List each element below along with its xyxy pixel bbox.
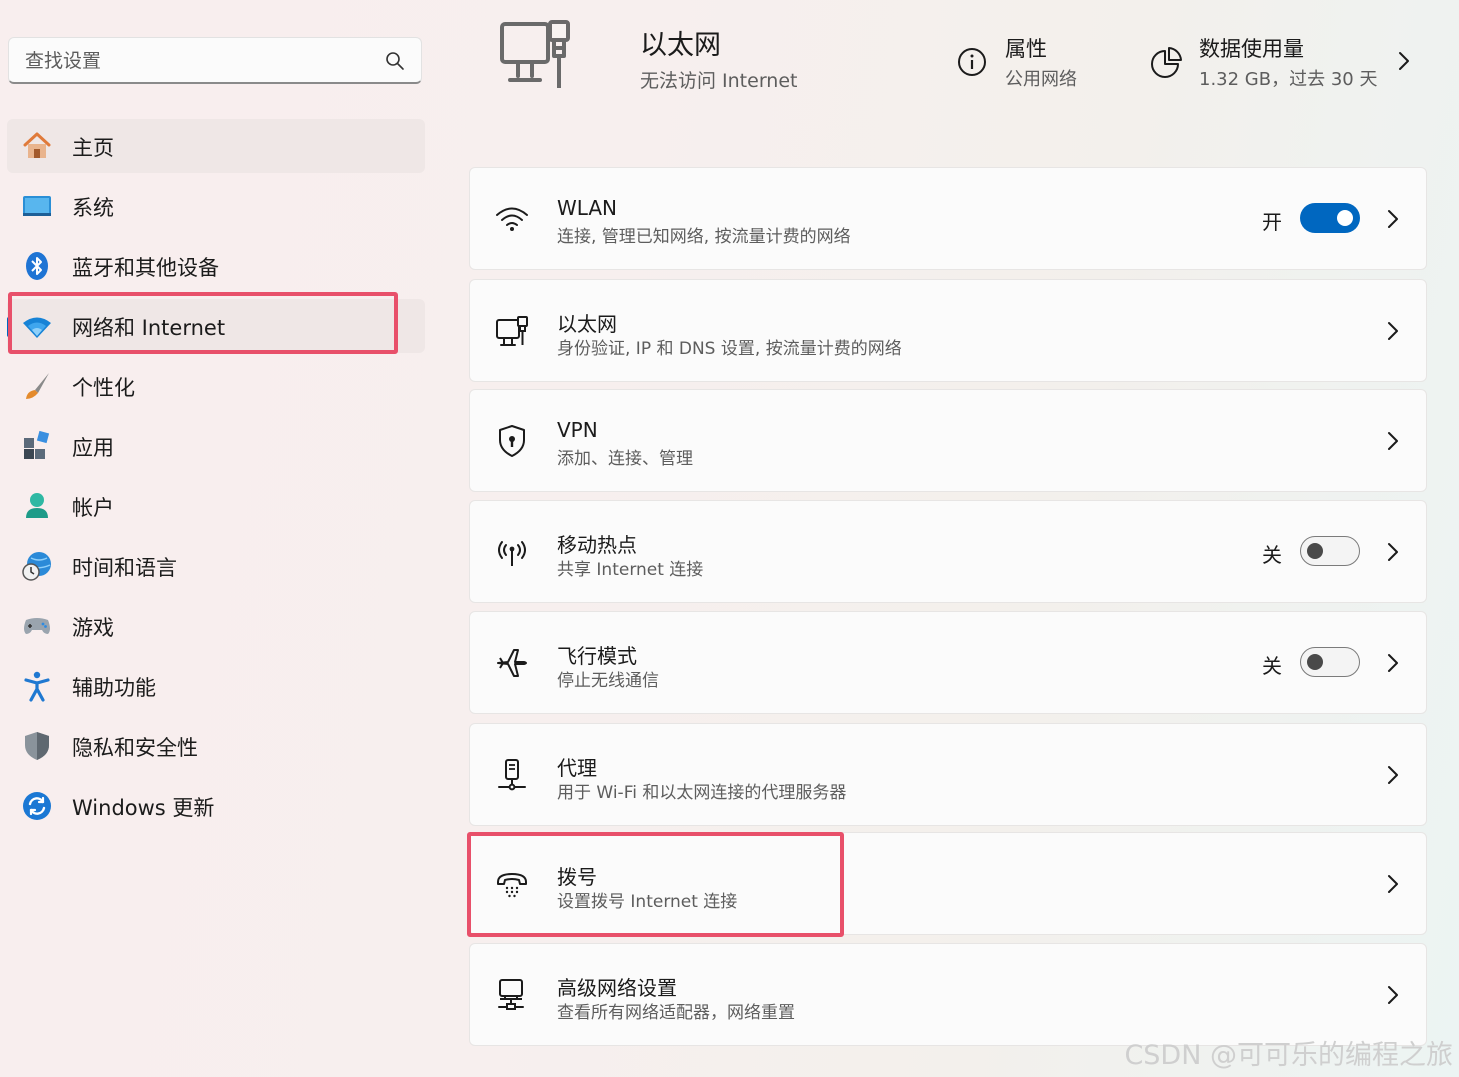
pie-chart-icon [1151, 47, 1182, 78]
toggle-state-label: 开 [1262, 210, 1282, 234]
sidebar-item-accounts[interactable]: 帐户 [7, 479, 425, 533]
properties-label: 属性 [1005, 37, 1047, 61]
sidebar-item-label: 系统 [72, 196, 114, 220]
card-ethernet[interactable]: 以太网 身份验证, IP 和 DNS 设置, 按流量计费的网络 [469, 279, 1427, 382]
toggle-state-label: 关 [1262, 543, 1282, 567]
ethernet-icon [496, 316, 528, 346]
card-subtitle: 共享 Internet 连接 [557, 560, 704, 580]
airplane-icon [497, 649, 527, 677]
card-subtitle: 身份验证, IP 和 DNS 设置, 按流量计费的网络 [557, 339, 902, 359]
update-icon [23, 792, 51, 820]
wifi-icon [496, 207, 528, 231]
sidebar-nav: 主页 系统 蓝牙和其他设备 网络和 Internet 个性化 应用 帐户 时间和… [7, 119, 425, 839]
card-title: VPN [557, 418, 598, 442]
bluetooth-icon [26, 252, 48, 280]
card-title: 移动热点 [557, 533, 637, 557]
chevron-right-icon [1388, 210, 1398, 228]
card-proxy[interactable]: 代理 用于 Wi-Fi 和以太网连接的代理服务器 [469, 723, 1427, 826]
chevron-right-icon [1388, 543, 1398, 561]
system-icon [23, 196, 51, 216]
airplane-toggle[interactable] [1300, 647, 1360, 677]
card-subtitle: 用于 Wi-Fi 和以太网连接的代理服务器 [557, 783, 847, 803]
sidebar-item-home[interactable]: 主页 [7, 119, 425, 173]
sidebar-item-bluetooth[interactable]: 蓝牙和其他设备 [7, 239, 425, 293]
sidebar-item-time-language[interactable]: 时间和语言 [7, 539, 425, 593]
sidebar-item-windows-update[interactable]: Windows 更新 [7, 779, 425, 833]
card-subtitle: 查看所有网络适配器，网络重置 [557, 1003, 795, 1023]
card-title: 代理 [557, 756, 597, 780]
sidebar-item-accessibility[interactable]: 辅助功能 [7, 659, 425, 713]
sidebar-item-personalization[interactable]: 个性化 [7, 359, 425, 413]
connection-title: 以太网 [640, 30, 721, 61]
chevron-right-icon [1388, 432, 1398, 450]
wlan-toggle[interactable] [1300, 203, 1360, 233]
watermark: CSDN @可可乐的编程之旅 [1124, 1040, 1453, 1071]
ethernet-monitor-icon [500, 20, 570, 88]
sidebar-item-label: 主页 [72, 136, 114, 160]
toggle-state-label: 关 [1262, 654, 1282, 678]
search-box[interactable] [8, 37, 422, 84]
card-vpn[interactable]: VPN 添加、连接、管理 [469, 389, 1427, 492]
card-subtitle: 添加、连接、管理 [557, 449, 693, 469]
chevron-right-icon [1399, 52, 1409, 70]
card-title: 高级网络设置 [557, 976, 677, 1000]
sidebar-item-privacy[interactable]: 隐私和安全性 [7, 719, 425, 773]
toggle-knob [1307, 543, 1323, 559]
brush-icon [26, 373, 49, 399]
data-usage-value: 1.32 GB，过去 30 天 [1199, 69, 1378, 90]
card-subtitle: 连接, 管理已知网络, 按流量计费的网络 [557, 227, 851, 247]
accessibility-icon [24, 671, 50, 702]
sidebar-item-system[interactable]: 系统 [7, 179, 425, 233]
hotspot-icon [498, 541, 526, 566]
sidebar-item-label: 辅助功能 [72, 676, 156, 700]
search-icon[interactable] [385, 51, 405, 71]
account-icon [26, 493, 48, 518]
connection-status: 无法访问 Internet [640, 70, 798, 92]
data-usage-label: 数据使用量 [1199, 37, 1304, 61]
card-wlan[interactable]: WLAN 连接, 管理已知网络, 按流量计费的网络 开 [469, 167, 1427, 270]
card-advanced-network-settings[interactable]: 高级网络设置 查看所有网络适配器，网络重置 [469, 943, 1427, 1046]
toggle-knob [1307, 654, 1323, 670]
chevron-right-icon [1388, 986, 1398, 1004]
proxy-icon [498, 759, 526, 791]
toggle-knob [1337, 210, 1353, 226]
sidebar-item-label: 应用 [72, 436, 114, 460]
sidebar-item-label: 时间和语言 [72, 556, 177, 580]
search-input[interactable] [23, 46, 367, 76]
shield-icon [25, 732, 49, 760]
sidebar-item-apps[interactable]: 应用 [7, 419, 425, 473]
properties-value: 公用网络 [1005, 69, 1077, 90]
globe-clock-icon [22, 552, 51, 581]
vpn-shield-icon [499, 425, 525, 457]
home-icon [23, 132, 51, 158]
chevron-right-icon [1388, 322, 1398, 340]
chevron-right-icon [1388, 654, 1398, 672]
card-title: 飞行模式 [557, 644, 637, 668]
network-adapter-icon [498, 979, 524, 1010]
sidebar-item-label: Windows 更新 [72, 796, 215, 820]
info-icon [958, 48, 986, 76]
sidebar-item-label: 个性化 [72, 376, 135, 400]
sidebar-item-gaming[interactable]: 游戏 [7, 599, 425, 653]
card-mobile-hotspot[interactable]: 移动热点 共享 Internet 连接 关 [469, 500, 1427, 603]
chevron-right-icon [1388, 875, 1398, 893]
card-title: 以太网 [557, 312, 617, 336]
highlight-box-dial-up [467, 832, 844, 937]
card-title: WLAN [557, 196, 618, 220]
sidebar-item-label: 游戏 [72, 616, 114, 640]
hotspot-toggle[interactable] [1300, 536, 1360, 566]
chevron-right-icon [1388, 766, 1398, 784]
sidebar-item-label: 隐私和安全性 [72, 736, 198, 760]
card-subtitle: 停止无线通信 [557, 671, 659, 691]
sidebar-item-label: 帐户 [72, 496, 114, 520]
sidebar-item-label: 蓝牙和其他设备 [72, 256, 219, 280]
gamepad-icon [24, 618, 50, 634]
card-airplane-mode[interactable]: 飞行模式 停止无线通信 关 [469, 611, 1427, 714]
highlight-box-network [8, 292, 398, 354]
apps-icon [24, 430, 50, 459]
